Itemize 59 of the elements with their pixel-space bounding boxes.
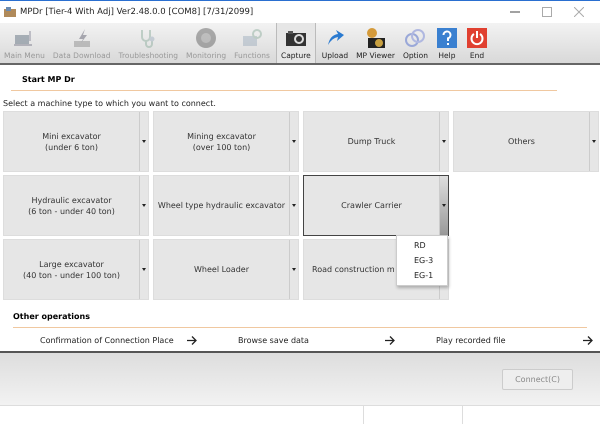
menu-item[interactable]: RD (397, 238, 447, 253)
machine-label: Wheel type hydraulic excavator (158, 201, 286, 210)
caret-icon (292, 268, 296, 271)
dropdown-arrow-button[interactable] (139, 240, 148, 299)
machine-button[interactable]: Large excavator (40 ton - under 100 ton) (3, 239, 149, 300)
dropdown-arrow-button[interactable] (439, 112, 448, 171)
caret-icon (142, 140, 146, 143)
caret-icon (592, 140, 596, 143)
dropdown-arrow-button[interactable] (289, 240, 298, 299)
prompt-text: Select a machine type to which you want to connect. (3, 98, 217, 110)
machine-label: Mini excavator (42, 132, 101, 140)
maximize-icon[interactable] (542, 7, 552, 17)
dropdown-arrow-button[interactable] (289, 112, 298, 171)
arrow-right-icon (385, 336, 395, 345)
section-title: Start MP Dr (11, 65, 557, 91)
machine-button[interactable]: Wheel Loader (153, 239, 299, 300)
dropdown-arrow-button[interactable] (589, 112, 598, 171)
caret-icon (292, 204, 296, 207)
option-icon (404, 27, 426, 49)
machine-button[interactable]: Others (453, 111, 599, 172)
help-icon (436, 27, 458, 49)
power-icon (466, 27, 488, 49)
arrow-right-icon (187, 336, 197, 345)
machine-button[interactable]: Wheel type hydraulic excavator (153, 175, 299, 236)
operation-link[interactable]: Confirmation of Connection Place (40, 336, 174, 345)
app-icon (4, 7, 16, 17)
dropdown-arrow-button[interactable] (289, 176, 298, 235)
machine-button[interactable]: Mini excavator (under 6 ton) (3, 111, 149, 172)
dropdown-arrow-button[interactable] (439, 176, 448, 235)
menu-item[interactable]: EG-3 (397, 253, 447, 268)
machine-sublabel: (6 ton - under 40 ton) (28, 206, 115, 216)
machine-label: Others (508, 137, 535, 146)
machine-sublabel: (over 100 ton) (192, 142, 250, 152)
caret-icon (442, 140, 446, 143)
machine-label: Dump Truck (348, 137, 396, 146)
window-title: MPDr [Tier-4 With Adj] Ver2.48.0.0 [COM8] [7/31/2099] (20, 7, 254, 17)
caret-icon (142, 204, 146, 207)
operation-link[interactable]: Play recorded file (436, 336, 506, 345)
machine-label: Wheel Loader (194, 265, 249, 274)
machine-button[interactable]: Hydraulic excavator (6 ton - under 40 ton) (3, 175, 149, 236)
machine-sublabel: (under 6 ton) (45, 142, 98, 152)
caret-icon (142, 268, 146, 271)
machine-button[interactable]: Dump Truck (303, 111, 449, 172)
machine-label: Hydraulic excavator (31, 196, 112, 204)
section-title: Other operations (13, 308, 587, 328)
caret-icon (442, 204, 446, 207)
machine-sublabel: (40 ton - under 100 ton) (23, 270, 120, 280)
arrow-right-icon (583, 336, 593, 345)
machine-label: Large excavator (39, 260, 104, 268)
machine-label: Mining excavator (187, 132, 256, 140)
operation-link[interactable]: Browse save data (238, 336, 309, 345)
dropdown-arrow-button[interactable] (139, 176, 148, 235)
machine-label: Road construction m (312, 265, 395, 274)
machine-label: Crawler Carrier (341, 201, 402, 210)
close-icon[interactable] (574, 7, 584, 17)
caret-icon (292, 140, 296, 143)
machine-button[interactable]: Mining excavator (over 100 ton) (153, 111, 299, 172)
menu-item[interactable]: EG-1 (397, 268, 447, 283)
dropdown-arrow-button[interactable] (139, 112, 148, 171)
